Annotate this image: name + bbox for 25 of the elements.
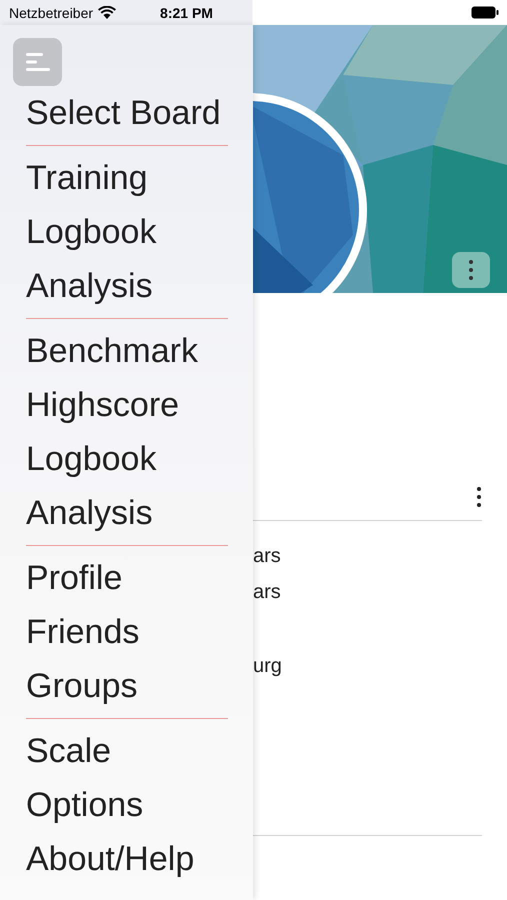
menu-item[interactable]: Scale <box>0 724 253 778</box>
menu-item[interactable]: Options <box>0 778 253 832</box>
menu-item[interactable]: Friends <box>0 605 253 659</box>
menu-item[interactable]: Select Board <box>0 86 253 140</box>
detail-text: ars <box>253 580 282 605</box>
menu-item[interactable]: Groups <box>0 659 253 713</box>
menu-icon <box>26 52 50 72</box>
battery-icon <box>471 6 499 19</box>
more-button[interactable] <box>452 252 490 288</box>
menu-item[interactable]: Logbook <box>0 432 253 486</box>
clock-time: 8:21 PM <box>160 4 213 20</box>
wifi-icon <box>98 6 116 19</box>
carrier-name: Netzbetreiber <box>9 4 94 20</box>
more-icon <box>476 486 482 508</box>
detail-text: urg <box>253 654 283 679</box>
menu-item[interactable]: Benchmark <box>0 324 253 378</box>
more-icon <box>468 259 474 281</box>
menu-item[interactable]: Highscore <box>0 378 253 432</box>
menu-item[interactable]: Logbook <box>0 205 253 259</box>
menu-item[interactable]: Analysis <box>0 486 253 540</box>
detail-text: ars <box>253 544 282 569</box>
menu-item[interactable]: Analysis <box>0 259 253 313</box>
menu-item[interactable]: Training <box>0 151 253 205</box>
menu-item[interactable]: About/Help <box>0 832 253 886</box>
menu-item[interactable]: Profile <box>0 551 253 605</box>
